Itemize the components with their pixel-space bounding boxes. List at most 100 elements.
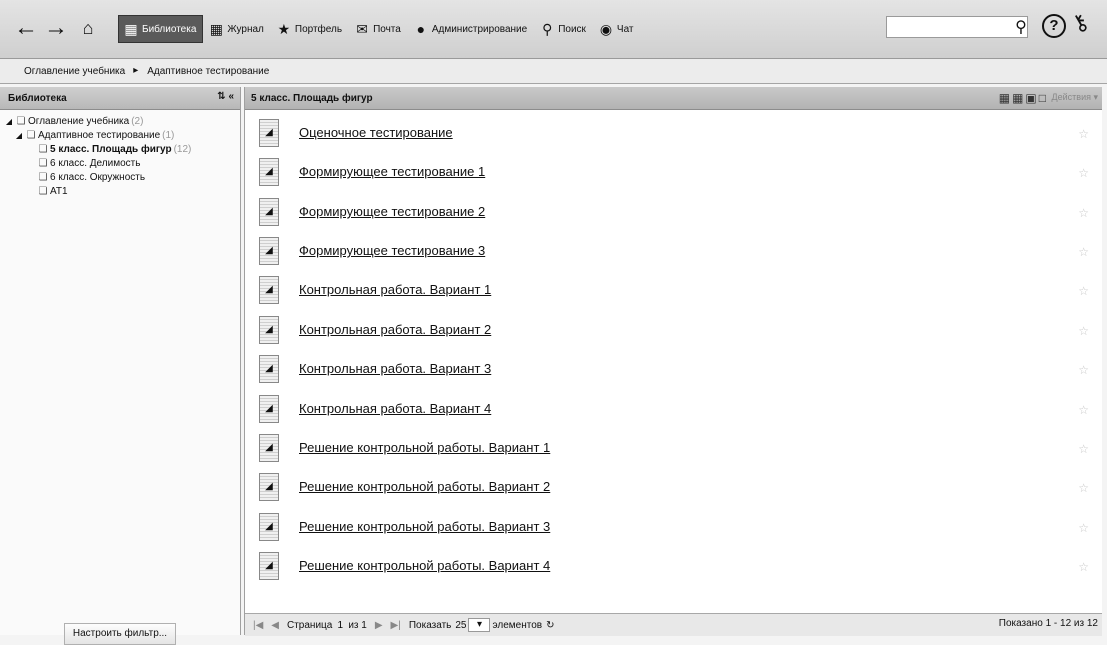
- page-size-value[interactable]: 25: [455, 620, 466, 631]
- document-icon: ◢: [259, 198, 279, 226]
- favorite-star-icon[interactable]: ☆: [1078, 481, 1089, 495]
- tree-node-contents[interactable]: ◢ ❏ Оглавление учебника (2): [0, 114, 240, 128]
- item-link[interactable]: Оценочное тестирование: [299, 125, 453, 140]
- page-number-input[interactable]: [332, 619, 349, 631]
- page-size-dropdown-icon[interactable]: ▾: [468, 618, 491, 632]
- favorite-star-icon[interactable]: ☆: [1078, 284, 1089, 298]
- search-input[interactable]: [887, 18, 1015, 36]
- sidebar-title: Библиотека: [8, 92, 67, 104]
- key-icon[interactable]: ⚷: [1067, 8, 1094, 39]
- menu-admin-label: Администрирование: [431, 23, 528, 35]
- tree-node-grade5[interactable]: ❏ 5 класс. Площадь фигур (12): [0, 142, 240, 156]
- items-label: элементов: [492, 619, 543, 631]
- star-icon: ★: [277, 21, 291, 37]
- document-icon: ◢: [259, 158, 279, 186]
- item-link[interactable]: Контрольная работа. Вариант 1: [299, 282, 491, 297]
- home-icon[interactable]: ⌂: [76, 16, 100, 40]
- item-link[interactable]: Решение контрольной работы. Вариант 2: [299, 479, 550, 494]
- last-page-icon[interactable]: ▶|: [391, 620, 401, 631]
- prev-page-icon[interactable]: ◀: [271, 620, 279, 631]
- list-item: ◢ Решение контрольной работы. Вариант 3 …: [259, 511, 1099, 545]
- tree-node-grade6-circle[interactable]: ❏ 6 класс. Окружность: [0, 170, 240, 184]
- sidebar: Библиотека ⇅ « ◢ ❏ Оглавление учебника (…: [0, 87, 241, 645]
- list-item: ◢ Оценочное тестирование ☆: [259, 117, 1099, 151]
- favorite-star-icon[interactable]: ☆: [1078, 206, 1089, 220]
- sidebar-header: Библиотека ⇅ «: [0, 87, 240, 110]
- configure-filter-button[interactable]: Настроить фильтр...: [64, 623, 176, 645]
- folder-icon: ❏: [38, 143, 48, 155]
- tree-node-at1[interactable]: ❏ АТ1: [0, 184, 240, 198]
- breadcrumb-item-contents[interactable]: Оглавление учебника: [0, 66, 125, 77]
- tree-node-grade6-divisibility[interactable]: ❏ 6 класс. Делимость: [0, 156, 240, 170]
- breadcrumb: Оглавление учебника ▸ Адаптивное тестиро…: [0, 59, 1107, 84]
- list-item: ◢ Формирующее тестирование 2 ☆: [259, 196, 1099, 230]
- menu-portfolio[interactable]: ★ Портфель: [271, 15, 349, 43]
- show-label: Показать: [408, 619, 452, 631]
- menu-search-label: Поиск: [558, 23, 586, 35]
- actions-label: Действия: [1051, 92, 1091, 102]
- item-link[interactable]: Контрольная работа. Вариант 4: [299, 401, 491, 416]
- item-link[interactable]: Формирующее тестирование 1: [299, 164, 485, 179]
- favorite-star-icon[interactable]: ☆: [1078, 363, 1089, 377]
- expand-arrow-icon[interactable]: ◢: [14, 131, 24, 140]
- tree-node-count: (12): [173, 143, 192, 155]
- breadcrumb-item-adaptive[interactable]: ▸ Адаптивное тестирование: [125, 66, 269, 77]
- menu-search[interactable]: ⚲ Поиск: [534, 15, 593, 43]
- document-icon: ◢: [259, 395, 279, 423]
- breadcrumb-item-label: Адаптивное тестирование: [147, 65, 270, 77]
- menu-chat[interactable]: ◉ Чат: [593, 15, 641, 43]
- back-arrow-icon[interactable]: ←: [14, 16, 38, 40]
- favorite-star-icon[interactable]: ☆: [1078, 127, 1089, 141]
- library-tree: ◢ ❏ Оглавление учебника (2) ◢ ❏ Адаптивн…: [0, 110, 240, 198]
- list-item: ◢ Решение контрольной работы. Вариант 2 …: [259, 471, 1099, 505]
- menu-mail[interactable]: ✉ Почта: [349, 15, 408, 43]
- actions-dropdown[interactable]: Действия ▾: [1052, 92, 1098, 103]
- favorite-star-icon[interactable]: ☆: [1078, 560, 1089, 574]
- list-item: ◢ Решение контрольной работы. Вариант 1 …: [259, 432, 1099, 466]
- list-item: ◢ Контрольная работа. Вариант 4 ☆: [259, 393, 1099, 427]
- favorite-star-icon[interactable]: ☆: [1078, 403, 1089, 417]
- tree-node-label: Оглавление учебника: [28, 115, 130, 127]
- top-toolbar: ← → ⌂ ▦ Библиотека ▦ Журнал ★ Портфель ✉…: [0, 0, 1107, 59]
- folder-icon: ❏: [16, 115, 26, 127]
- favorite-star-icon[interactable]: ☆: [1078, 324, 1089, 338]
- favorite-star-icon[interactable]: ☆: [1078, 521, 1089, 535]
- chat-icon: ◉: [599, 21, 613, 37]
- collapse-icon[interactable]: ⇅ «: [217, 91, 234, 102]
- forward-arrow-icon[interactable]: →: [44, 16, 68, 40]
- item-link[interactable]: Решение контрольной работы. Вариант 3: [299, 519, 550, 534]
- first-page-icon[interactable]: |◀: [253, 620, 263, 631]
- item-link[interactable]: Контрольная работа. Вариант 3: [299, 361, 491, 376]
- expand-arrow-icon[interactable]: ◢: [4, 117, 14, 126]
- main-menu: ▦ Библиотека ▦ Журнал ★ Портфель ✉ Почта…: [118, 15, 641, 43]
- search-go-icon[interactable]: ⚲: [1012, 17, 1030, 37]
- help-icon[interactable]: ?: [1042, 14, 1066, 38]
- document-icon: ◢: [259, 473, 279, 501]
- item-link[interactable]: Решение контрольной работы. Вариант 1: [299, 440, 550, 455]
- tree-node-adaptive[interactable]: ◢ ❏ Адаптивное тестирование (1): [0, 128, 240, 142]
- document-icon: ◢: [259, 434, 279, 462]
- document-icon: ◢: [259, 355, 279, 383]
- next-page-icon[interactable]: ▶: [375, 620, 383, 631]
- favorite-star-icon[interactable]: ☆: [1078, 166, 1089, 180]
- item-link[interactable]: Формирующее тестирование 2: [299, 204, 485, 219]
- menu-mail-label: Почта: [373, 23, 401, 35]
- search-box: [886, 16, 1028, 38]
- item-link[interactable]: Решение контрольной работы. Вариант 4: [299, 558, 550, 573]
- favorite-star-icon[interactable]: ☆: [1078, 442, 1089, 456]
- breadcrumb-item-label: Оглавление учебника: [24, 65, 126, 77]
- refresh-icon[interactable]: ↻: [546, 620, 554, 631]
- menu-admin[interactable]: ● Администрирование: [408, 15, 534, 43]
- list-item: ◢ Формирующее тестирование 1 ☆: [259, 156, 1099, 190]
- main-header: 5 класс. Площадь фигур ▦▦▣□ Действия ▾: [245, 87, 1102, 110]
- view-mode-icon[interactable]: ▦▦▣□: [999, 91, 1048, 105]
- journal-icon: ▦: [209, 21, 223, 37]
- pager-total: Показано 1 - 12 из 12: [998, 618, 1098, 629]
- page-label: Страница: [287, 619, 333, 631]
- menu-library[interactable]: ▦ Библиотека: [118, 15, 204, 43]
- tree-node-label: 6 класс. Окружность: [50, 171, 146, 183]
- item-link[interactable]: Контрольная работа. Вариант 2: [299, 322, 491, 337]
- favorite-star-icon[interactable]: ☆: [1078, 245, 1089, 259]
- item-link[interactable]: Формирующее тестирование 3: [299, 243, 485, 258]
- menu-journal[interactable]: ▦ Журнал: [203, 15, 271, 43]
